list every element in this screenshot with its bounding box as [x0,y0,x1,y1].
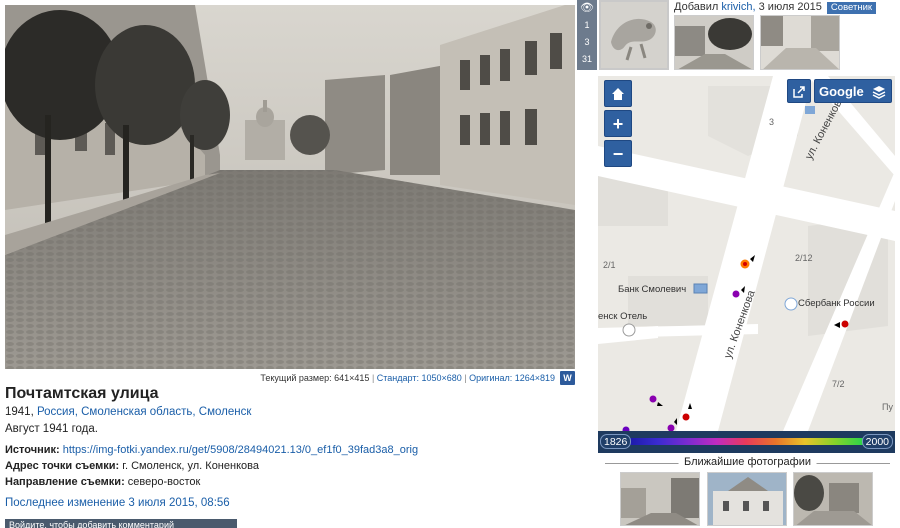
nearby-photos-title: Ближайшие фотографии [678,456,817,468]
zoom-out-button[interactable]: − [604,140,632,167]
photo-meta-location: 1941, Россия, Смоленская область, Смолен… [5,406,251,418]
poi-label: енск Отель [598,311,648,322]
map-share-button[interactable] [787,79,811,103]
photo-date-text: Август 1941 года. [5,423,98,435]
country-link[interactable]: Россия, [37,406,78,418]
nearby-photo-thumb[interactable] [707,472,787,526]
year-range-slider[interactable]: 1826 2000 [598,431,895,453]
watermark-button[interactable]: W [560,371,575,385]
nearby-photo-thumb[interactable] [620,472,700,526]
uploader-info: Добавил krivich, 3 июля 2015 Советник [674,1,877,14]
poi-label: Сбербанк России [798,298,875,309]
year-end-handle[interactable]: 2000 [861,434,893,449]
house-number: Пу [882,402,893,412]
views-day: 1 [584,20,590,30]
year-gradient-track[interactable] [628,438,864,445]
object-thumbnail[interactable] [599,0,669,70]
house-number: 2/1 [603,260,616,270]
house-number: 7/2 [832,379,845,389]
map-tiles [598,76,895,431]
region-link[interactable]: Смоленская область, [81,406,195,418]
source-label: Источник: [5,444,60,456]
home-icon [612,88,624,100]
eye-icon: 👁 [580,2,594,14]
map-layer-label: Google [819,84,864,99]
address-label: Адрес точки съемки: [5,460,120,472]
map-home-button[interactable] [604,80,632,107]
direction-label: Направление съемки: [5,476,125,488]
address-row: Адрес точки съемки: г. Смоленск, ул. Кон… [5,460,259,472]
house-number: 2/12 [795,253,813,263]
comment-login-bar[interactable]: Войдите, чтобы добавить комментарий [5,519,237,528]
street-photo-image [5,5,575,369]
direction-value: северо-восток [127,476,201,488]
house-number: 3 [769,117,775,127]
zoom-in-button[interactable]: + [604,110,632,137]
view-stats-bar: 👁 1 3 31 [577,0,597,70]
photo-year: 1941, [5,406,34,418]
page-title: Почтамтская улица [5,385,159,402]
user-rank-badge: Советник [826,2,877,14]
current-size-label: Текущий размер: 641×415 [260,373,370,383]
city-link[interactable]: Смоленск [199,406,252,418]
location-map[interactable]: 3 2/1 2/12 7/2 Пу ул. Коненкова ул. Коне… [598,76,895,431]
direction-row: Направление съемки: северо-восток [5,476,200,488]
share-icon [793,86,805,98]
related-photo-thumb[interactable] [760,15,840,70]
views-total: 31 [581,54,592,64]
layers-icon [872,80,886,107]
original-size-link[interactable]: Оригинал: 1264×819 [469,373,555,383]
source-row: Источник: https://img-fotki.yandex.ru/ge… [5,444,418,456]
uploader-user-link[interactable]: krivich, [721,1,755,13]
nearby-photo-thumb[interactable] [793,472,873,526]
standard-size-link[interactable]: Стандарт: 1050×680 [377,373,462,383]
poi-label: Банк Смолевич [618,284,687,295]
main-photo[interactable] [5,5,575,369]
related-photo-thumb[interactable] [674,15,754,70]
upload-date: 3 июля 2015 [758,1,822,13]
relief-image [601,2,667,68]
photo-size-bar: Текущий размер: 641×415 | Стандарт: 1050… [5,370,575,386]
nearby-photos-header: Ближайшие фотографии [605,456,890,470]
year-start-handle[interactable]: 1826 [600,434,632,449]
last-modified-link[interactable]: Последнее изменение 3 июля 2015, 08:56 [5,497,230,509]
map-layer-button[interactable]: Google [814,79,892,103]
source-link[interactable]: https://img-fotki.yandex.ru/get/5908/284… [63,444,418,456]
views-week: 3 [584,37,590,47]
address-value: г. Смоленск, ул. Коненкова [122,460,259,472]
uploader-prefix: Добавил [674,1,719,13]
